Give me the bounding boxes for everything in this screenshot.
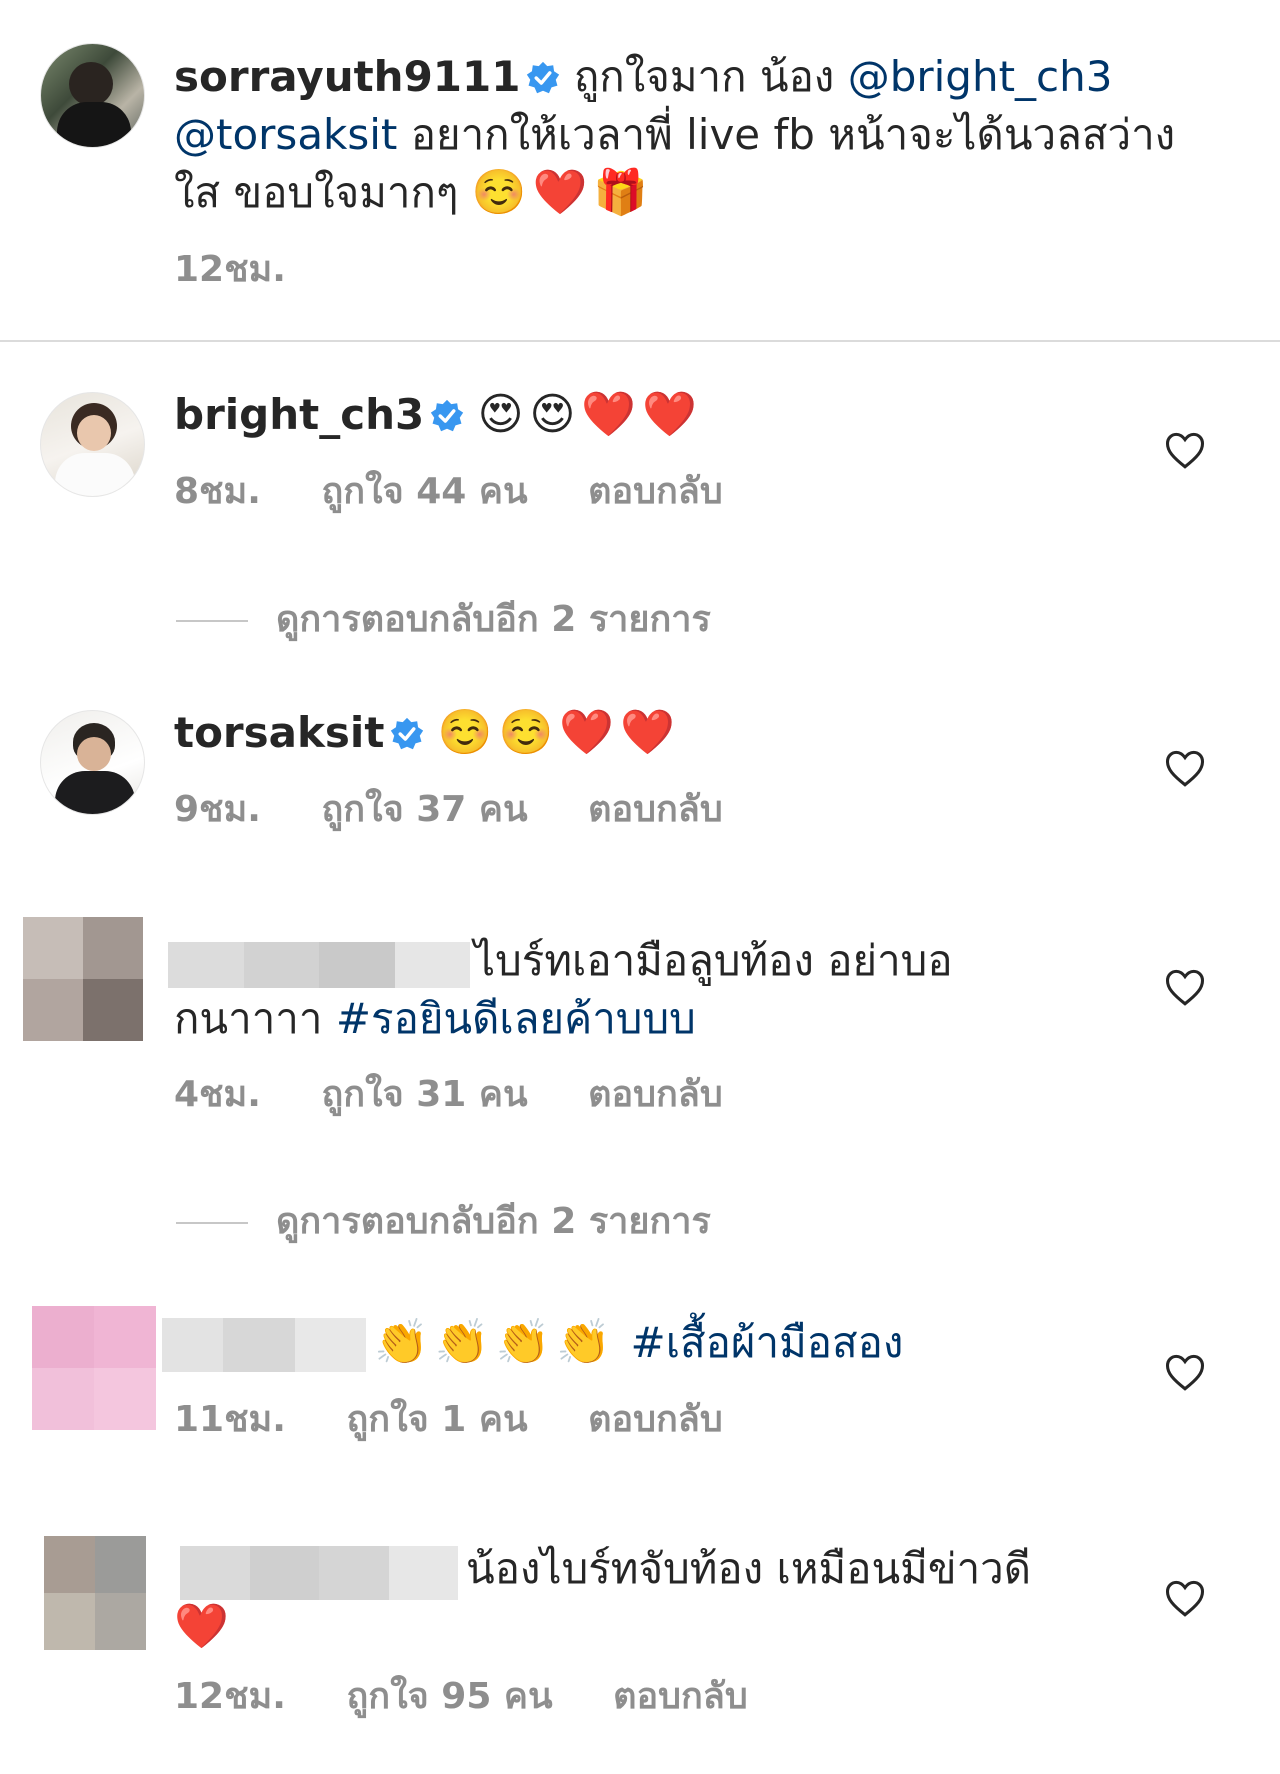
- comment-3-time: 4ชม.: [174, 1074, 261, 1115]
- verified-badge-icon: [527, 61, 560, 94]
- caption-username[interactable]: sorrayuth9111: [174, 52, 520, 101]
- comment-4-hashtag[interactable]: #เสื้อผ้ามือสอง: [631, 1318, 904, 1367]
- comment-4-reply-button[interactable]: ตอบกลับ: [588, 1395, 723, 1445]
- verified-badge-icon: [431, 399, 464, 432]
- comment-5-meta: 12ชม. ถูกใจ 95 คน ตอบกลับ: [174, 1672, 748, 1722]
- comment-4-emojis: 👏👏👏👏: [374, 1317, 618, 1368]
- comment-2-likes[interactable]: ถูกใจ 37 คน: [321, 785, 527, 835]
- avatar-sorrayuth9111[interactable]: [40, 43, 145, 148]
- caption-text-part2: อยากให้เวลาพี่ live fb หน้าจะได้นวลสว่าง: [410, 110, 1176, 159]
- heart-outline-icon[interactable]: [1164, 967, 1206, 1009]
- comment-3-reply-button[interactable]: ตอบกลับ: [588, 1070, 723, 1120]
- comment-3: ไบร์ทเอามือลูบท้อง อย่าบอ กนาาาา #รอยินด…: [174, 932, 1174, 1048]
- caption-text-part3: ใส ขอบใจมากๆ: [174, 168, 459, 217]
- comment-1: bright_ch3 😍😍❤️❤️: [174, 386, 703, 444]
- comment-4: 👏👏👏👏 #เสื้อผ้ามือสอง: [374, 1314, 903, 1372]
- comment-2-time: 9ชม.: [174, 789, 261, 830]
- avatar-torsaksit[interactable]: [40, 710, 145, 815]
- caption-emojis: ☺️❤️🎁: [471, 167, 655, 218]
- mention-bright-ch3[interactable]: @bright_ch3: [848, 52, 1113, 101]
- comment-1-username[interactable]: bright_ch3: [174, 390, 424, 439]
- comment-4-likes[interactable]: ถูกใจ 1 คน: [346, 1395, 527, 1445]
- comment-3-meta: 4ชม. ถูกใจ 31 คน ตอบกลับ: [174, 1070, 723, 1120]
- caption-divider: [0, 340, 1280, 342]
- view-replies-line: [176, 1222, 248, 1224]
- comment-5-time: 12ชม.: [174, 1676, 286, 1717]
- comment-5-emojis: ❤️: [174, 1601, 235, 1652]
- comment-2-username[interactable]: torsaksit: [174, 708, 384, 757]
- comment-5-likes[interactable]: ถูกใจ 95 คน: [346, 1672, 552, 1722]
- view-replies-label: ดูการตอบกลับอีก 2 รายการ: [276, 599, 711, 640]
- comment-2-emojis: ☺️☺️❤️❤️: [437, 707, 681, 758]
- avatar-pixelated[interactable]: [23, 917, 143, 1041]
- avatar-bright-ch3[interactable]: [40, 392, 145, 497]
- view-replies-label: ดูการตอบกลับอีก 2 รายการ: [276, 1201, 711, 1242]
- comment-2-reply-button[interactable]: ตอบกลับ: [588, 785, 723, 835]
- comment-1-likes[interactable]: ถูกใจ 44 คน: [321, 467, 527, 517]
- heart-outline-icon[interactable]: [1164, 430, 1206, 472]
- comment-3-text-line2: กนาาาา: [174, 994, 323, 1043]
- verified-badge-icon: [391, 717, 424, 750]
- comment-3-text-line1: ไบร์ทเอามือลูบท้อง อย่าบอ: [474, 936, 953, 985]
- comment-2: torsaksit ☺️☺️❤️❤️: [174, 704, 681, 762]
- view-replies-button[interactable]: ดูการตอบกลับอีก 2 รายการ: [176, 1192, 711, 1249]
- comment-5-reply-button[interactable]: ตอบกลับ: [613, 1672, 748, 1722]
- comment-1-time: 8ชม.: [174, 471, 261, 512]
- heart-outline-icon[interactable]: [1164, 748, 1206, 790]
- caption-text-part1: ถูกใจมาก น้อง: [573, 52, 835, 101]
- heart-outline-icon[interactable]: [1164, 1578, 1206, 1620]
- comment-1-meta: 8ชม. ถูกใจ 44 คน ตอบกลับ: [174, 467, 723, 517]
- comment-2-meta: 9ชม. ถูกใจ 37 คน ตอบกลับ: [174, 785, 723, 835]
- comment-5-text-line1: น้องไบร์ทจับท้อง เหมือนมีข่าวดี: [466, 1544, 1032, 1593]
- view-replies-line: [176, 620, 248, 622]
- comment-4-meta: 11ชม. ถูกใจ 1 คน ตอบกลับ: [174, 1395, 723, 1445]
- avatar-pixelated[interactable]: [32, 1306, 156, 1430]
- caption-time: 12ชม.: [174, 249, 286, 290]
- avatar-pixelated[interactable]: [44, 1536, 146, 1650]
- comment-3-hashtag[interactable]: #รอยินดีเลยค้าบบบ: [336, 994, 696, 1043]
- username-redacted: [162, 1318, 366, 1372]
- comment-4-time: 11ชม.: [174, 1399, 286, 1440]
- comment-5: น้องไบร์ทจับท้อง เหมือนมีข่าวดี ❤️: [174, 1540, 1174, 1656]
- heart-outline-icon[interactable]: [1164, 1352, 1206, 1394]
- comment-1-emojis: 😍😍❤️❤️: [477, 389, 703, 440]
- mention-torsaksit[interactable]: @torsaksit: [174, 110, 397, 159]
- view-replies-button[interactable]: ดูการตอบกลับอีก 2 รายการ: [176, 590, 711, 647]
- caption-text: sorrayuth9111 ถูกใจมาก น้อง @bright_ch3 …: [174, 48, 1214, 222]
- comment-1-reply-button[interactable]: ตอบกลับ: [588, 467, 723, 517]
- comment-3-likes[interactable]: ถูกใจ 31 คน: [321, 1070, 527, 1120]
